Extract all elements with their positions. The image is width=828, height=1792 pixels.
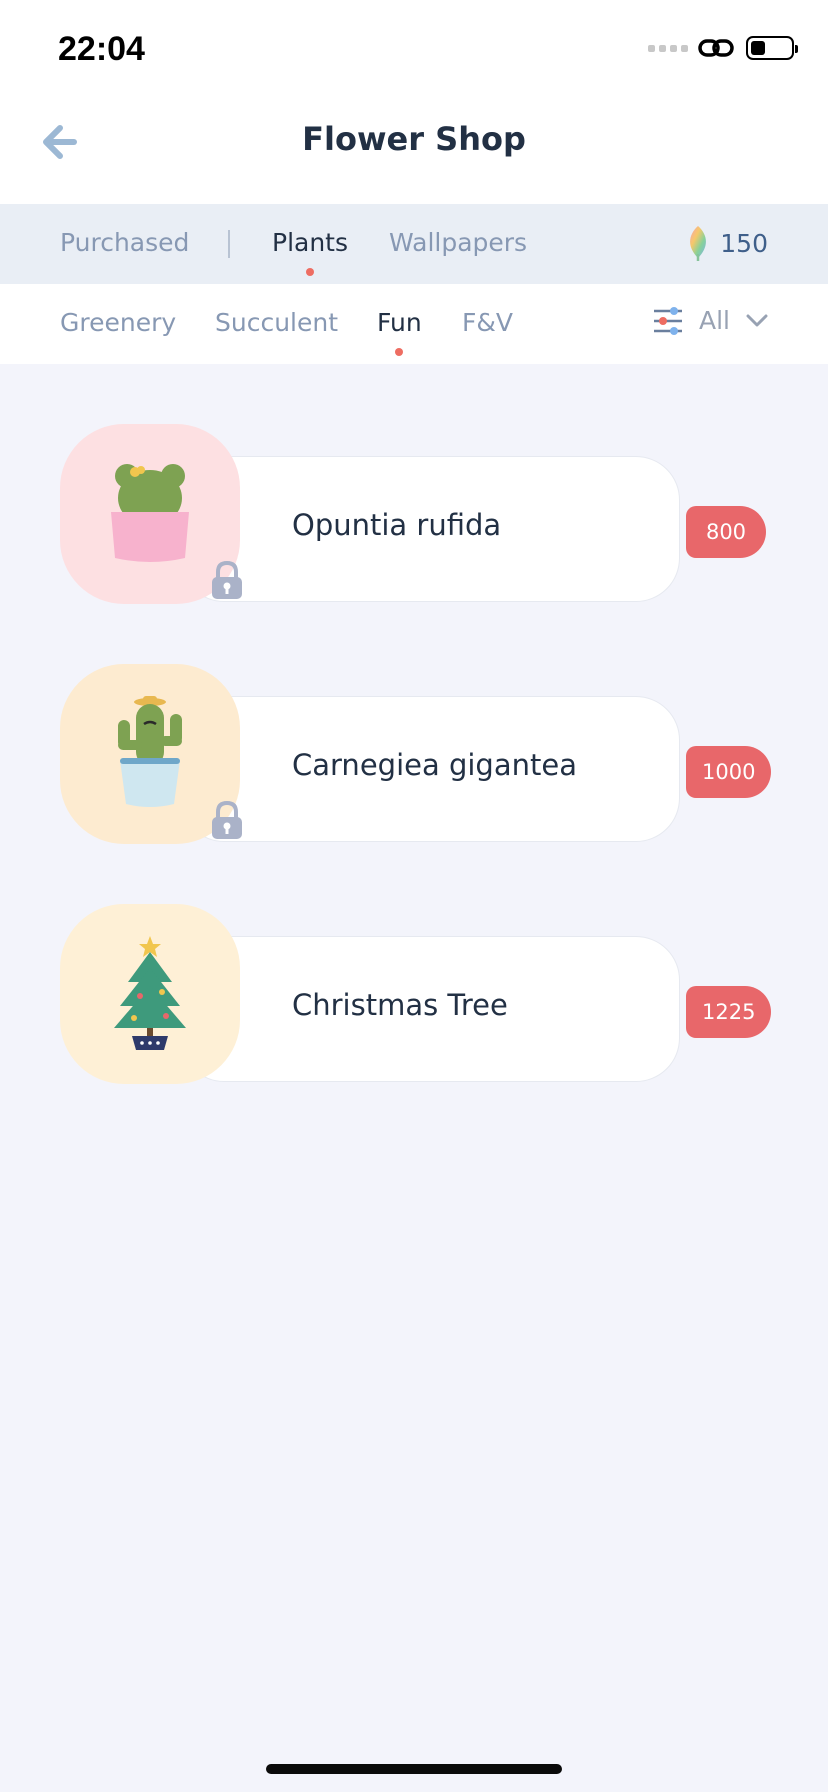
battery-icon [746,36,798,60]
active-category-indicator [395,348,403,356]
list-item[interactable]: Christmas Tree 1225 [60,904,772,1084]
status-time: 22:04 [58,30,145,68]
header: Flower Shop [0,100,828,204]
sliders-icon [654,306,682,335]
list-item[interactable]: Carnegiea gigantea 1000 [60,664,772,844]
price-badge[interactable]: 1000 [686,746,772,798]
filter-label: All [699,306,730,335]
price-badge[interactable]: 1225 [686,986,772,1038]
lock-icon [212,560,242,599]
price-badge[interactable]: 800 [686,506,766,558]
tab-wallpapers[interactable]: Wallpapers [389,228,527,257]
tab-greenery[interactable]: Greenery [60,308,176,337]
active-tab-indicator [306,268,314,276]
tab-succulent[interactable]: Succulent [215,308,338,337]
home-indicator [266,1764,562,1774]
link-icon [698,39,734,57]
list-item[interactable]: Opuntia rufida 800 [60,424,768,604]
main-tab-bar: Purchased Plants Wallpapers 150 [0,204,828,284]
category-tab-bar: Greenery Succulent Fun F&V All [0,284,828,364]
rainbow-leaf-icon [690,226,707,261]
tab-purchased[interactable]: Purchased [60,228,189,257]
filter-dropdown[interactable]: All [653,306,768,335]
status-icons [648,36,798,60]
page-title: Flower Shop [302,120,526,158]
tab-plants[interactable]: Plants [272,228,348,257]
item-name: Carnegiea gigantea [292,748,577,782]
points-balance[interactable]: 150 [686,224,768,262]
tab-fv[interactable]: F&V [462,308,513,337]
christmas-tree-icon [114,936,186,1050]
lock-icon [212,800,242,839]
chevron-down-icon [746,314,768,326]
item-name: Opuntia rufida [292,508,502,542]
item-name: Christmas Tree [292,988,508,1022]
points-value: 150 [720,228,768,258]
status-bar: 22:04 [0,0,828,100]
item-thumbnail [60,904,240,1084]
signal-icon [648,44,688,52]
opuntia-cactus-icon [111,464,189,562]
tab-divider [228,230,230,258]
tab-fun[interactable]: Fun [377,308,422,337]
saguaro-cactus-icon [118,696,182,807]
